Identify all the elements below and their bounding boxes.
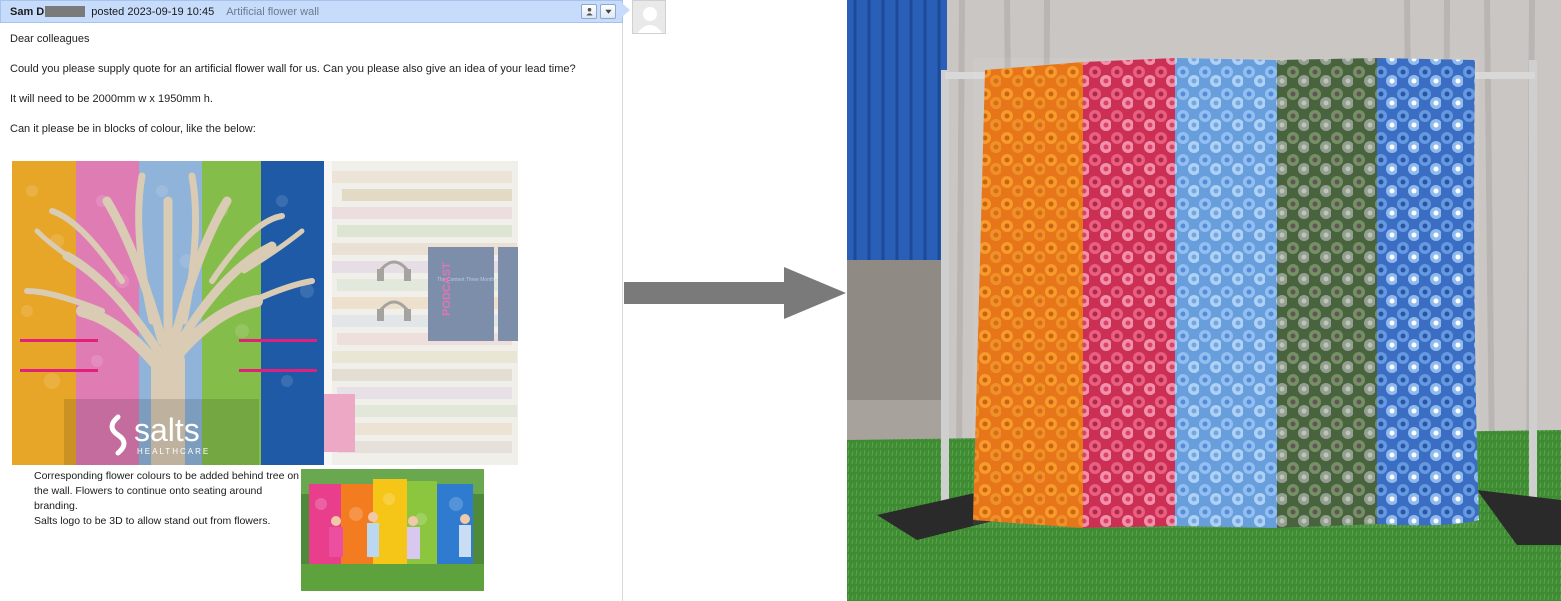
chevron-down-icon [604, 9, 612, 14]
email-header: Sam D posted 2023-09-19 10:45 Artificial… [0, 0, 623, 23]
menu-dropdown-button[interactable] [600, 4, 616, 19]
caption-line: Salts logo to be 3D to allow stand out f… [34, 515, 271, 527]
mockup-image: The Content Three Months PODCAST salts H… [12, 161, 518, 465]
email-subject: Artificial flower wall [226, 5, 320, 18]
request-line: Could you please supply quote for an art… [10, 63, 576, 75]
poster-title: PODCAST [441, 262, 453, 316]
logo-subtext: HEALTHCARE [137, 447, 210, 456]
greeting-line: Dear colleagues [10, 33, 90, 45]
dimensions-line: It will need to be 2000mm w x 1950mm h. [10, 93, 213, 105]
person-icon [585, 7, 593, 16]
caption-line: the wall. Flowers to continue onto seati… [34, 485, 263, 512]
speech-pointer [622, 3, 630, 17]
header-buttons [581, 4, 616, 19]
sender-name[interactable]: Sam D [10, 6, 44, 18]
caption-text: Corresponding flower colours to be added… [34, 469, 304, 529]
person-button[interactable] [581, 4, 597, 19]
redacted-name [45, 6, 86, 17]
arrow-icon [622, 265, 848, 321]
colour-blocks-line: Can it please be in blocks of colour, li… [10, 123, 256, 135]
caption-line: Corresponding flower colours to be added… [34, 470, 300, 482]
logo-text: salts [134, 412, 200, 448]
flower-wall-photo [847, 0, 1561, 601]
reference-photo [301, 469, 484, 591]
email-panel: Sam D posted 2023-09-19 10:45 Artificial… [0, 0, 623, 601]
avatar[interactable] [632, 0, 666, 34]
posted-timestamp: posted 2023-09-19 10:45 [91, 5, 215, 18]
default-avatar-icon [633, 1, 665, 33]
